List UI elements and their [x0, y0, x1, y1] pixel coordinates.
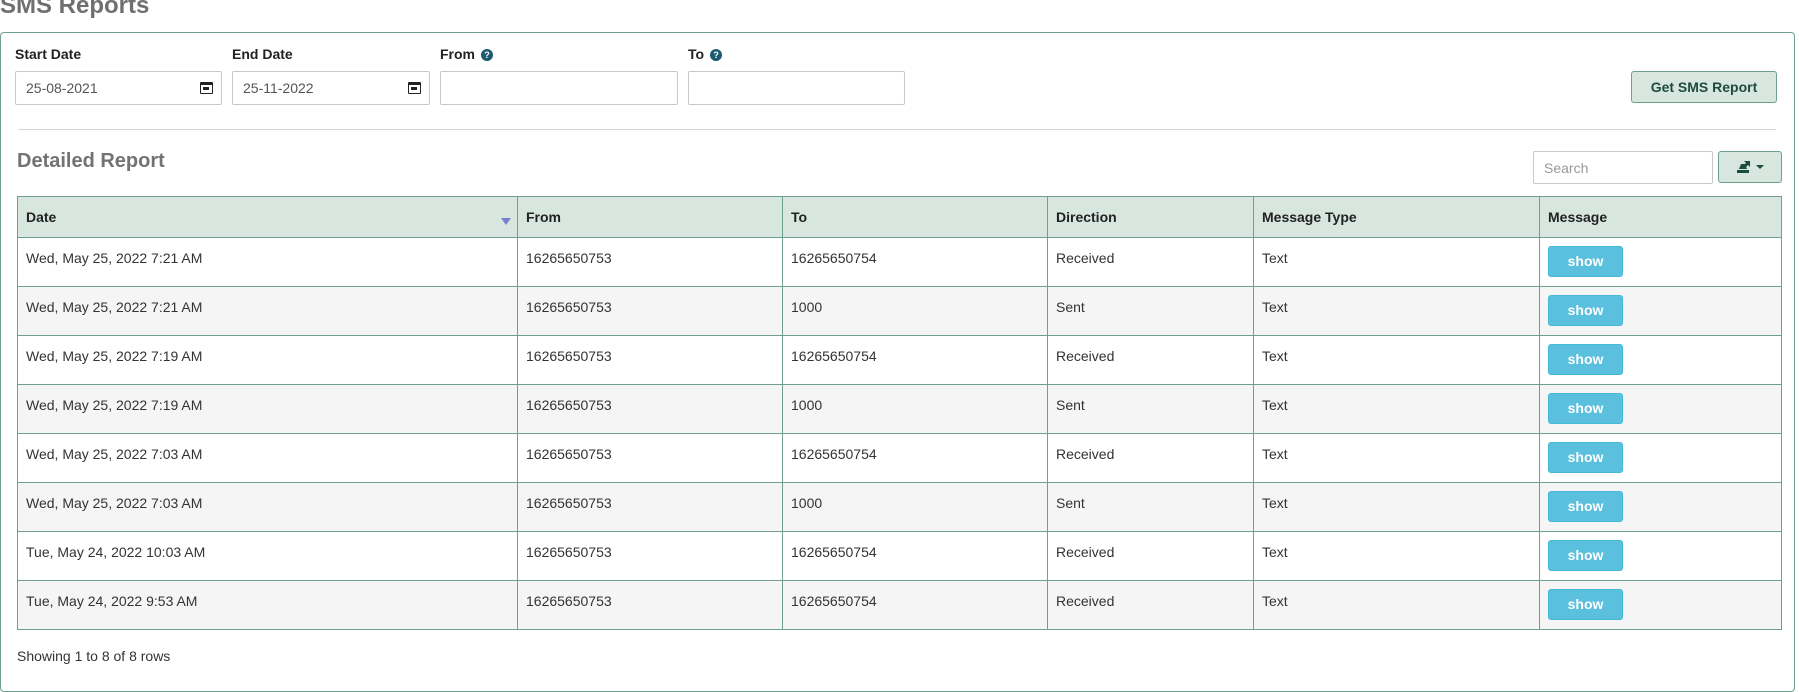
end-date-value: 25-11-2022: [243, 80, 314, 96]
show-message-button[interactable]: show: [1548, 246, 1623, 277]
cell-direction: Sent: [1047, 482, 1254, 532]
cell-to: 1000: [782, 384, 1048, 434]
cell-date: Tue, May 24, 2022 10:03 AM: [17, 531, 518, 581]
cell-message-type: Text: [1253, 433, 1540, 483]
cell-date: Wed, May 25, 2022 7:19 AM: [17, 335, 518, 385]
show-message-button[interactable]: show: [1548, 589, 1623, 620]
to-label: To?: [688, 46, 723, 62]
show-message-button[interactable]: show: [1548, 295, 1623, 326]
page-title: SMS Reports: [0, 0, 150, 19]
cell-from: 16265650753: [517, 580, 783, 630]
sort-desc-icon[interactable]: [501, 218, 511, 225]
calendar-icon[interactable]: [408, 82, 421, 94]
cell-to: 1000: [782, 286, 1048, 336]
cell-message-type: Text: [1253, 580, 1540, 630]
from-input[interactable]: [440, 71, 678, 105]
calendar-icon[interactable]: [200, 82, 213, 94]
start-date-label: Start Date: [15, 46, 82, 62]
help-icon[interactable]: ?: [481, 49, 493, 61]
show-message-button[interactable]: show: [1548, 491, 1623, 522]
table-row: Wed, May 25, 2022 7:19 AM 16265650753 10…: [17, 384, 1782, 434]
show-message-button[interactable]: show: [1548, 344, 1623, 375]
column-header-message[interactable]: Message: [1539, 196, 1782, 238]
to-input[interactable]: [688, 71, 905, 105]
cell-to: 1000: [782, 482, 1048, 532]
table-header-row: Date From To Direction Message Type Mess…: [17, 196, 1782, 238]
column-header-from[interactable]: From: [517, 196, 783, 238]
cell-to: 16265650754: [782, 237, 1048, 287]
cell-message-type: Text: [1253, 384, 1540, 434]
cell-from: 16265650753: [517, 237, 783, 287]
table-row: Wed, May 25, 2022 7:03 AM 16265650753 10…: [17, 482, 1782, 532]
cell-message-type: Text: [1253, 531, 1540, 581]
column-header-date[interactable]: Date: [17, 196, 518, 238]
cell-message: show: [1539, 286, 1782, 336]
show-message-button[interactable]: show: [1548, 442, 1623, 473]
cell-direction: Received: [1047, 237, 1254, 287]
cell-from: 16265650753: [517, 433, 783, 483]
cell-date: Tue, May 24, 2022 9:53 AM: [17, 580, 518, 630]
cell-from: 16265650753: [517, 482, 783, 532]
cell-direction: Sent: [1047, 384, 1254, 434]
column-header-direction[interactable]: Direction: [1047, 196, 1254, 238]
end-date-input[interactable]: 25-11-2022: [232, 71, 430, 105]
table-row: Tue, May 24, 2022 9:53 AM 16265650753 16…: [17, 580, 1782, 630]
cell-date: Wed, May 25, 2022 7:03 AM: [17, 433, 518, 483]
cell-direction: Received: [1047, 531, 1254, 581]
cell-direction: Received: [1047, 433, 1254, 483]
section-title: Detailed Report: [17, 150, 165, 172]
cell-date: Wed, May 25, 2022 7:21 AM: [17, 286, 518, 336]
column-header-to[interactable]: To: [782, 196, 1048, 238]
cell-to: 16265650754: [782, 531, 1048, 581]
cell-to: 16265650754: [782, 433, 1048, 483]
cell-message: show: [1539, 531, 1782, 581]
pagination-info: Showing 1 to 8 of 8 rows: [17, 648, 171, 664]
get-sms-report-button[interactable]: Get SMS Report: [1631, 71, 1777, 103]
cell-date: Wed, May 25, 2022 7:19 AM: [17, 384, 518, 434]
table-row: Wed, May 25, 2022 7:21 AM 16265650753 10…: [17, 286, 1782, 336]
from-label: From?: [440, 46, 493, 62]
cell-to: 16265650754: [782, 580, 1048, 630]
cell-from: 16265650753: [517, 384, 783, 434]
cell-message: show: [1539, 482, 1782, 532]
cell-message: show: [1539, 335, 1782, 385]
cell-to: 16265650754: [782, 335, 1048, 385]
cell-from: 16265650753: [517, 335, 783, 385]
help-icon[interactable]: ?: [710, 49, 723, 61]
cell-message-type: Text: [1253, 335, 1540, 385]
cell-message-type: Text: [1253, 237, 1540, 287]
cell-from: 16265650753: [517, 531, 783, 581]
cell-from: 16265650753: [517, 286, 783, 336]
cell-date: Wed, May 25, 2022 7:21 AM: [17, 237, 518, 287]
cell-date: Wed, May 25, 2022 7:03 AM: [17, 482, 518, 532]
divider: [18, 129, 1776, 130]
cell-message: show: [1539, 433, 1782, 483]
search-input[interactable]: [1533, 151, 1713, 184]
table-row: Wed, May 25, 2022 7:21 AM 16265650753 16…: [17, 237, 1782, 287]
sms-report-table: Date From To Direction Message Type Mess…: [17, 196, 1782, 630]
cell-message: show: [1539, 237, 1782, 287]
cell-direction: Sent: [1047, 286, 1254, 336]
table-row: Wed, May 25, 2022 7:03 AM 16265650753 16…: [17, 433, 1782, 483]
cell-direction: Received: [1047, 580, 1254, 630]
start-date-value: 25-08-2021: [26, 80, 98, 96]
end-date-label: End Date: [232, 46, 293, 62]
caret-down-icon: [1756, 165, 1764, 169]
table-row: Wed, May 25, 2022 7:19 AM 16265650753 16…: [17, 335, 1782, 385]
cell-message-type: Text: [1253, 286, 1540, 336]
cell-message: show: [1539, 580, 1782, 630]
column-header-message-type[interactable]: Message Type: [1253, 196, 1540, 238]
export-button[interactable]: [1718, 151, 1782, 183]
table-row: Tue, May 24, 2022 10:03 AM 16265650753 1…: [17, 531, 1782, 581]
export-icon: [1737, 161, 1750, 173]
start-date-input[interactable]: 25-08-2021: [15, 71, 222, 105]
cell-message-type: Text: [1253, 482, 1540, 532]
cell-message: show: [1539, 384, 1782, 434]
show-message-button[interactable]: show: [1548, 393, 1623, 424]
show-message-button[interactable]: show: [1548, 540, 1623, 571]
cell-direction: Received: [1047, 335, 1254, 385]
